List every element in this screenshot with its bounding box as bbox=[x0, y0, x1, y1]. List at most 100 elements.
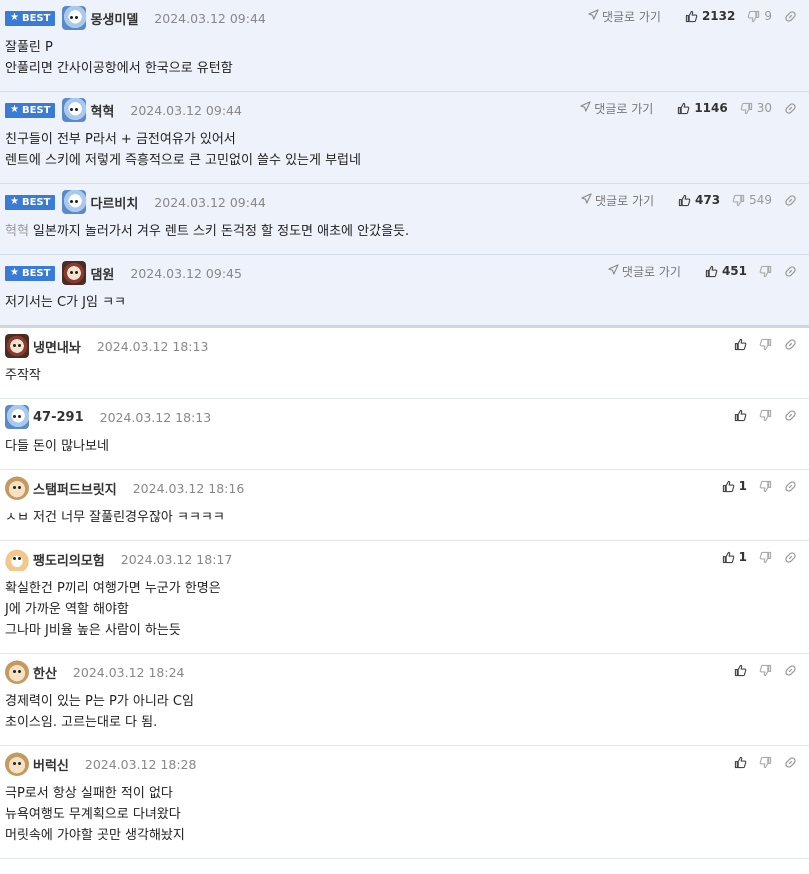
like-count: 473 bbox=[695, 193, 721, 207]
avatar[interactable] bbox=[62, 98, 87, 122]
comment-date: 2024.03.12 09:44 bbox=[154, 194, 266, 210]
dislike-button[interactable]: 30 bbox=[740, 101, 772, 115]
like-button[interactable] bbox=[734, 409, 747, 422]
comment-text: 다들 돈이 많나보네 bbox=[5, 439, 109, 454]
comment-header: 한산 2024.03.12 18:24 bbox=[5, 660, 797, 684]
copy-link-button[interactable] bbox=[784, 664, 797, 677]
dislike-button[interactable]: 549 bbox=[732, 193, 772, 207]
comment-actions: 1 bbox=[710, 476, 797, 496]
copy-link-button[interactable] bbox=[784, 102, 797, 115]
dislike-button[interactable] bbox=[759, 664, 772, 677]
copy-link-button[interactable] bbox=[784, 10, 797, 23]
go-to-reply-link[interactable]: 댓글로 가기 bbox=[581, 192, 654, 209]
like-button[interactable] bbox=[734, 756, 747, 769]
copy-link-button[interactable] bbox=[784, 480, 797, 493]
dislike-button[interactable] bbox=[759, 409, 772, 422]
comment-body: 확실한건 P끼리 여행가면 누군가 한명은 J에 가까운 역할 해야함 그나마 J비… bbox=[5, 578, 797, 641]
copy-link-button[interactable] bbox=[784, 551, 797, 564]
avatar[interactable] bbox=[5, 547, 29, 571]
thumbs-down-icon bbox=[759, 409, 772, 422]
avatar[interactable] bbox=[62, 190, 87, 214]
comment-text-line: 초이스임. 고르는대로 다 됨. bbox=[5, 712, 797, 733]
like-count: 2132 bbox=[701, 9, 736, 23]
thumbs-down-icon bbox=[759, 338, 772, 351]
author-nickname[interactable]: 스탬퍼드브릿지 bbox=[33, 479, 117, 498]
avatar[interactable] bbox=[62, 6, 87, 30]
comment-text: 렌트에 스키에 저렇게 즉흥적으로 큰 고민없이 쓸수 있는게 부럽네 bbox=[5, 153, 361, 168]
comment-text-line: 경제력이 있는 P는 P가 아니라 C임 bbox=[5, 691, 797, 712]
author-nickname[interactable]: 몽생미델 bbox=[90, 9, 138, 28]
comment-text: 주작작 bbox=[5, 368, 41, 383]
comment-text: 그나마 J비율 높은 사람이 하는듯 bbox=[5, 623, 181, 638]
like-button[interactable]: 473 bbox=[678, 193, 720, 207]
dislike-button[interactable] bbox=[759, 338, 772, 351]
thumbs-up-icon bbox=[678, 194, 691, 207]
comment-text: 초이스임. 고르는대로 다 됨. bbox=[5, 715, 158, 730]
like-button[interactable] bbox=[734, 338, 747, 351]
dislike-button[interactable] bbox=[759, 265, 772, 278]
author-nickname[interactable]: 댐원 bbox=[90, 264, 114, 283]
like-button[interactable] bbox=[734, 664, 747, 677]
avatar[interactable] bbox=[5, 476, 29, 500]
comment-body: 주작작 bbox=[5, 365, 797, 386]
avatar[interactable] bbox=[5, 660, 29, 684]
comment-body: 극P로서 항상 실패한 적이 없다 뉴욕여행도 무계획으로 다녀왔다 머릿속에 가야… bbox=[5, 783, 797, 846]
thumbs-down-icon bbox=[732, 194, 745, 207]
copy-link-button[interactable] bbox=[784, 756, 797, 769]
comment-text: 친구들이 전부 P라서 + 금전여유가 있어서 bbox=[5, 132, 236, 147]
avatar[interactable] bbox=[5, 334, 29, 358]
comment-header: 버럭신 2024.03.12 18:28 bbox=[5, 752, 797, 776]
go-to-reply-link[interactable]: 댓글로 가기 bbox=[588, 8, 661, 25]
go-to-reply-link[interactable]: 댓글로 가기 bbox=[580, 100, 653, 117]
author-nickname[interactable]: 버럭신 bbox=[33, 755, 69, 774]
comment-date: 2024.03.12 09:44 bbox=[154, 10, 266, 26]
thumbs-down-icon bbox=[759, 480, 772, 493]
best-badge: ★ BEST bbox=[5, 265, 56, 281]
comment-text-line: ㅅㅂ 저건 너무 잘풀린경우잖아 ㅋㅋㅋㅋ bbox=[5, 507, 797, 528]
comment-text-line: 확실한건 P끼리 여행가면 누군가 한명은 bbox=[5, 578, 797, 599]
author-nickname[interactable]: 팽도리의모험 bbox=[33, 550, 105, 569]
copy-link-button[interactable] bbox=[784, 409, 797, 422]
go-to-reply-link[interactable]: 댓글로 가기 bbox=[608, 263, 681, 280]
comment-text-line: 잘풀린 P bbox=[5, 37, 797, 58]
dislike-button[interactable] bbox=[759, 480, 772, 493]
author-nickname[interactable]: 냉면내놔 bbox=[33, 337, 81, 356]
dislike-button[interactable] bbox=[759, 551, 772, 564]
like-button[interactable]: 2132 bbox=[685, 9, 735, 23]
dislike-count: 9 bbox=[764, 9, 772, 23]
author-nickname[interactable]: 한산 bbox=[33, 663, 57, 682]
like-button[interactable]: 451 bbox=[705, 264, 747, 278]
send-arrow-icon bbox=[608, 264, 619, 278]
author-nickname[interactable]: 다르비치 bbox=[90, 193, 138, 212]
like-button[interactable]: 1146 bbox=[677, 101, 728, 115]
like-button[interactable]: 1 bbox=[722, 479, 747, 493]
dislike-button[interactable]: 9 bbox=[747, 9, 772, 23]
star-icon: ★ bbox=[10, 104, 19, 115]
comment-body: 다들 돈이 많나보네 bbox=[5, 436, 797, 457]
comment-header: 냉면내놔 2024.03.12 18:13 bbox=[5, 334, 797, 358]
comment-body: 혁혁 일본까지 놀러가서 겨우 렌트 스키 돈걱정 할 정도면 애초에 안갔을듯. bbox=[5, 221, 797, 242]
star-icon: ★ bbox=[10, 12, 19, 23]
best-label: BEST bbox=[21, 267, 51, 279]
comment-body: 친구들이 전부 P라서 + 금전여유가 있어서렌트에 스키에 저렇게 즉흥적으로… bbox=[5, 129, 797, 171]
mention-nickname[interactable]: 혁혁 bbox=[5, 224, 29, 239]
dislike-button[interactable] bbox=[759, 756, 772, 769]
like-count: 1146 bbox=[694, 101, 728, 115]
comment-header: 47-291 2024.03.12 18:13 bbox=[5, 405, 797, 429]
author-nickname[interactable]: 47-291 bbox=[33, 410, 84, 425]
like-button[interactable]: 1 bbox=[722, 550, 747, 564]
best-badge: ★ BEST bbox=[5, 194, 56, 210]
thumbs-up-icon bbox=[734, 664, 747, 677]
comment-actions: 댓글로 가기 1146 30 bbox=[580, 98, 797, 118]
author-nickname[interactable]: 혁혁 bbox=[90, 101, 114, 120]
thumbs-down-icon bbox=[759, 664, 772, 677]
comment-body: 저기서는 C가 J임 ㅋㅋ bbox=[5, 292, 797, 313]
send-arrow-icon bbox=[588, 9, 599, 23]
copy-link-button[interactable] bbox=[784, 338, 797, 351]
avatar[interactable] bbox=[5, 405, 29, 429]
avatar[interactable] bbox=[62, 261, 87, 285]
copy-link-button[interactable] bbox=[784, 265, 797, 278]
comment-date: 2024.03.12 18:13 bbox=[96, 338, 209, 354]
avatar[interactable] bbox=[5, 752, 29, 776]
copy-link-button[interactable] bbox=[784, 194, 797, 207]
